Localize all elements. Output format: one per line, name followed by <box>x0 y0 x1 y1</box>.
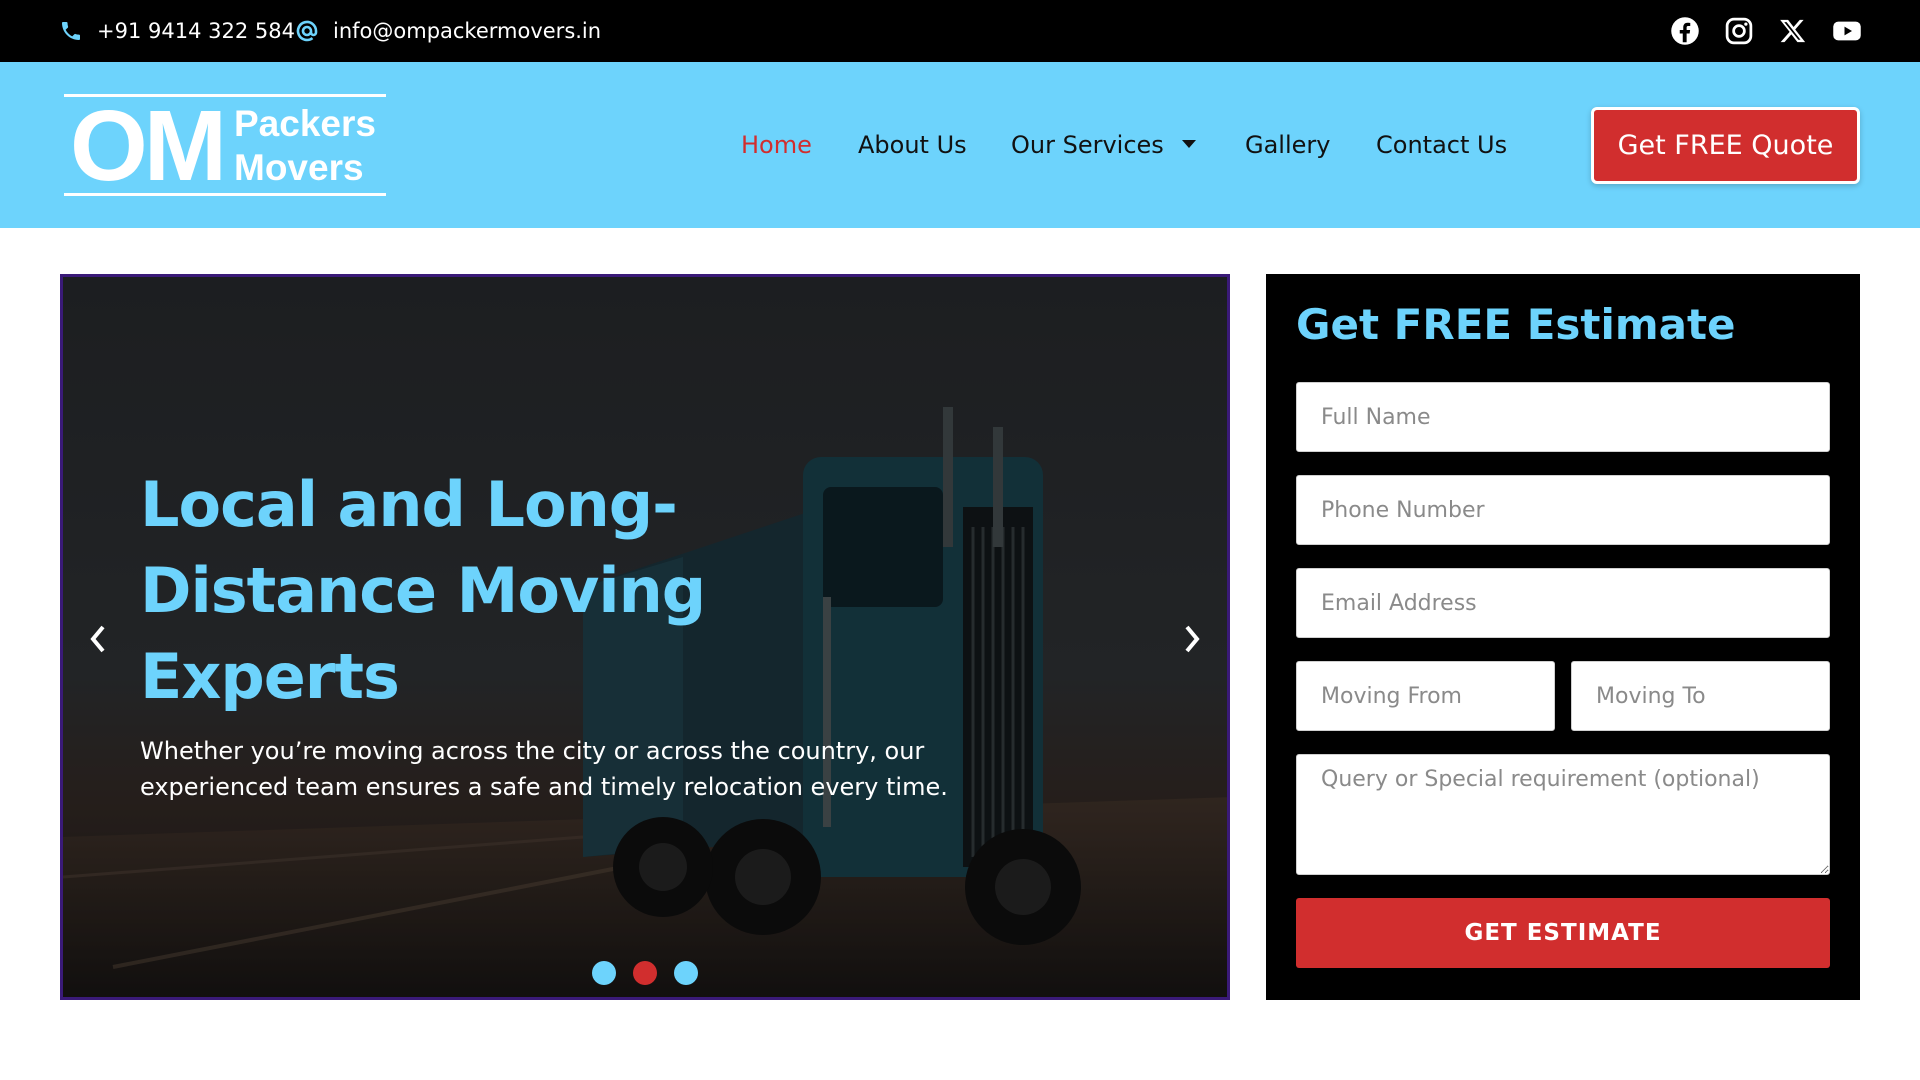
logo-bottom-rule <box>64 193 386 196</box>
moving-from-input[interactable] <box>1296 661 1555 731</box>
slider-prev-button[interactable] <box>83 619 113 659</box>
full-name-input[interactable] <box>1296 382 1830 452</box>
slider-dot-1[interactable] <box>592 961 616 985</box>
slider-dot-2[interactable] <box>633 961 657 985</box>
email-contact[interactable]: info@ompackermovers.in <box>295 0 601 62</box>
x-icon[interactable] <box>1778 16 1808 46</box>
email-address-input[interactable] <box>1296 568 1830 638</box>
chevron-left-icon <box>90 625 105 653</box>
nav-about-us[interactable]: About Us <box>858 131 967 159</box>
facebook-icon[interactable] <box>1670 16 1700 46</box>
nav-our-services[interactable]: Our Services <box>1011 131 1196 159</box>
social-links <box>1670 0 1862 62</box>
logo-om: OM <box>70 90 227 202</box>
moving-to-input[interactable] <box>1571 661 1830 731</box>
nav-our-services-label: Our Services <box>1011 131 1164 159</box>
phone-number-input[interactable] <box>1296 475 1830 545</box>
instagram-icon[interactable] <box>1724 16 1754 46</box>
query-textarea[interactable] <box>1296 754 1830 875</box>
logo-movers: Movers <box>234 147 364 188</box>
get-free-quote-button[interactable]: Get FREE Quote <box>1591 107 1860 184</box>
logo-packers: Packers <box>234 103 376 144</box>
hero-heading: Local and Long-Distance Moving Experts <box>140 468 706 713</box>
nav-gallery[interactable]: Gallery <box>1245 131 1330 159</box>
top-bar: +91 9414 322 584 info@ompackermovers.in <box>0 0 1920 62</box>
email-text: info@ompackermovers.in <box>333 19 602 43</box>
nav-home[interactable]: Home <box>741 131 812 159</box>
youtube-icon[interactable] <box>1832 16 1862 46</box>
nav-contact-us[interactable]: Contact Us <box>1376 131 1507 159</box>
estimate-form-panel: Get FREE Estimate GET ESTIMATE <box>1266 274 1860 1000</box>
at-icon <box>296 20 318 42</box>
slider-next-button[interactable] <box>1177 619 1207 659</box>
phone-text: +91 9414 322 584 <box>97 19 295 43</box>
slider-dot-3[interactable] <box>674 961 698 985</box>
chevron-down-icon <box>1181 140 1196 148</box>
hero-slider: Local and Long-Distance Moving Experts W… <box>60 274 1230 1000</box>
phone-contact[interactable]: +91 9414 322 584 <box>59 0 295 62</box>
slider-dots <box>592 961 698 985</box>
get-estimate-button[interactable]: GET ESTIMATE <box>1296 898 1830 968</box>
phone-icon <box>62 22 80 40</box>
form-title: Get FREE Estimate <box>1296 300 1736 349</box>
hero-subtext: Whether you’re moving across the city or… <box>140 737 948 801</box>
chevron-right-icon <box>1185 625 1200 653</box>
site-logo[interactable]: OM Packers Movers <box>64 94 386 196</box>
